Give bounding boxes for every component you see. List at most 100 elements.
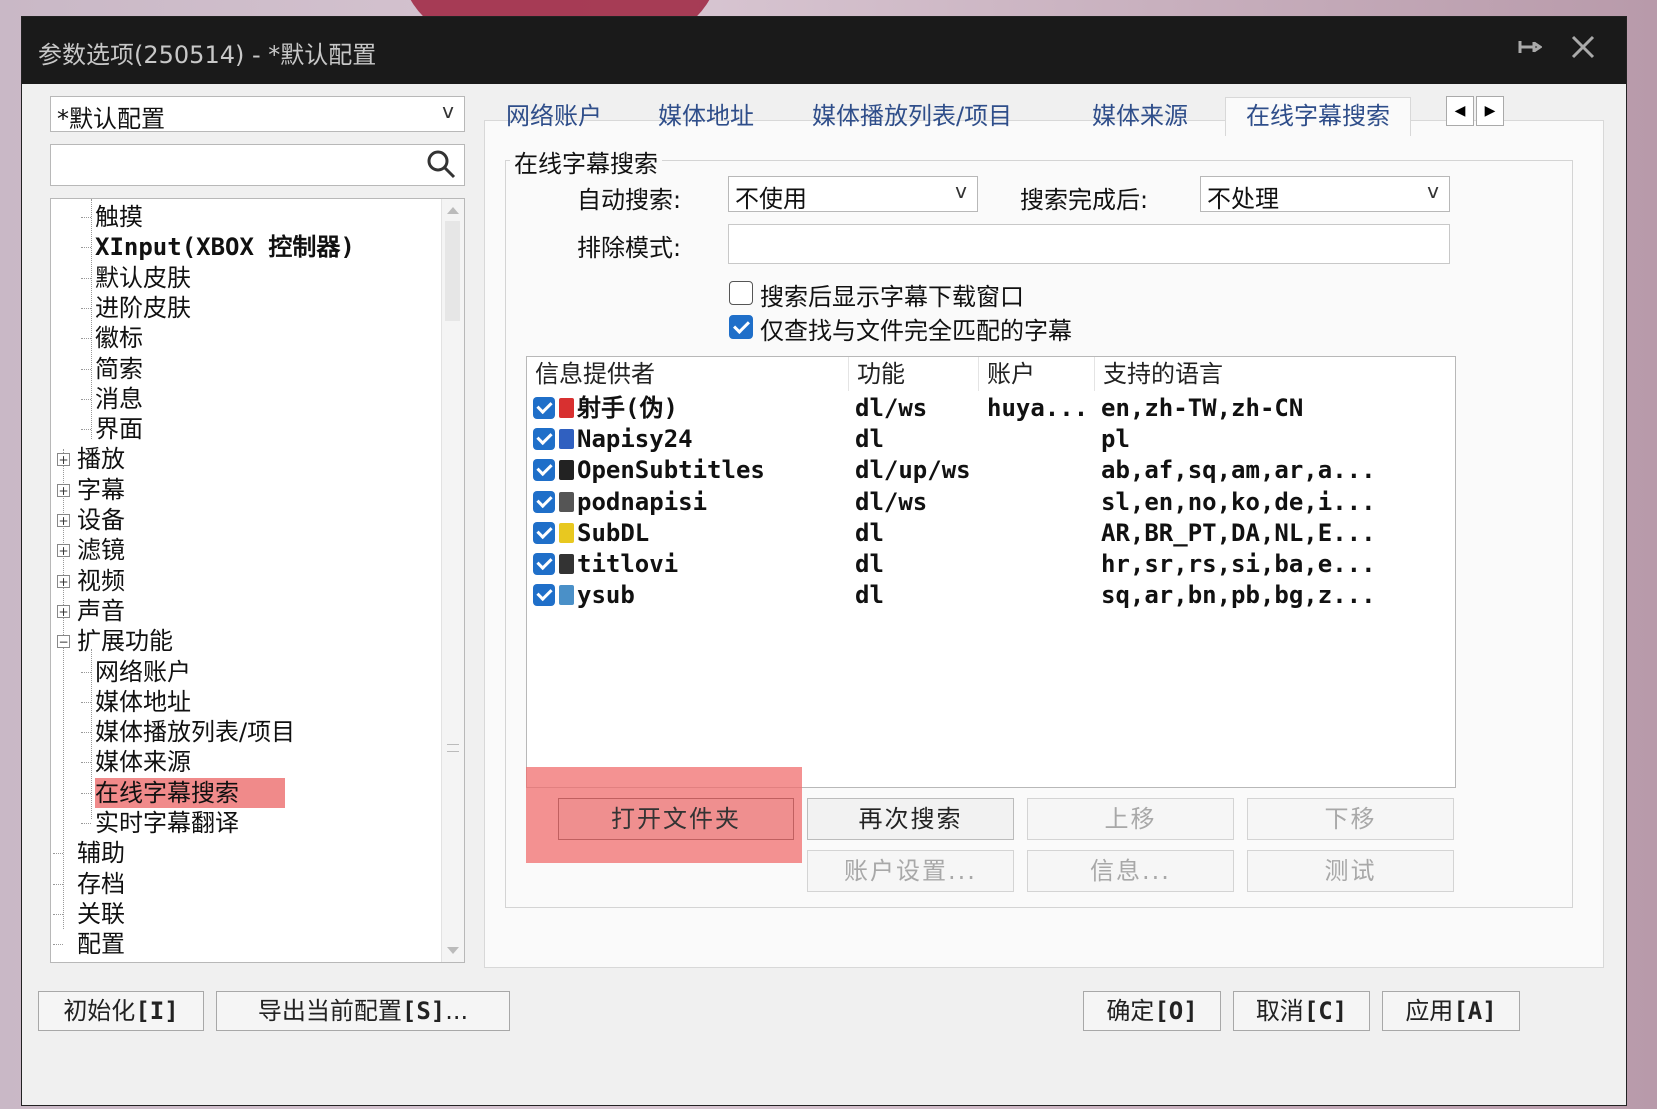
export-config-button[interactable]: 导出当前配置[S]... (216, 991, 510, 1031)
table-row[interactable]: titlovi dl hr,sr,rs,si,ba,e... (527, 549, 1455, 580)
tree-item[interactable]: 配置 (77, 929, 125, 959)
search-again-button[interactable]: 再次搜索 (807, 798, 1014, 840)
tab-scroll-right-icon[interactable]: ▶ (1476, 96, 1504, 126)
exact-match-checkbox[interactable] (729, 315, 753, 339)
provider-enabled-checkbox[interactable] (533, 459, 555, 482)
expand-icon[interactable]: + (57, 544, 70, 557)
search-input[interactable] (50, 144, 465, 186)
tree-item[interactable]: 媒体来源 (95, 747, 191, 777)
show-download-window-checkbox[interactable] (729, 281, 753, 305)
titlovi-icon (559, 554, 574, 574)
provider-enabled-checkbox[interactable] (533, 428, 555, 451)
expand-icon[interactable]: + (57, 575, 70, 588)
tree-item[interactable]: 声音 (77, 596, 125, 626)
tab-4[interactable]: 在线字幕搜索 (1225, 97, 1411, 136)
info-button[interactable]: 信息... (1027, 850, 1234, 892)
profile-select[interactable]: *默认配置 v (50, 96, 465, 133)
scroll-up-icon[interactable] (447, 207, 459, 214)
tree-item[interactable]: 关联 (77, 899, 125, 929)
tab-3[interactable]: 媒体来源 (1092, 98, 1188, 134)
tree-item[interactable]: 播放 (77, 444, 125, 474)
provider-enabled-checkbox[interactable] (533, 553, 555, 575)
provider-function: dl/ws (855, 487, 928, 516)
tree-item[interactable]: 界面 (95, 414, 143, 444)
tree-connector (81, 278, 91, 279)
ysub-icon (559, 585, 574, 606)
scroll-down-icon[interactable] (447, 947, 459, 954)
tree-connector (81, 247, 91, 248)
expand-icon[interactable]: + (57, 514, 70, 527)
tree-item[interactable]: 在线字幕搜索 (95, 778, 285, 808)
column-header-languages[interactable]: 支持的语言 (1095, 357, 1455, 391)
tab-2[interactable]: 媒体播放列表/项目 (812, 98, 1012, 134)
init-button-label: 初始化 (63, 997, 136, 1025)
provider-function: dl/up/ws (855, 456, 971, 485)
expand-icon[interactable]: + (57, 453, 70, 466)
show-download-window-label[interactable]: 搜索后显示字幕下载窗口 (760, 277, 1024, 312)
ok-button[interactable]: 确定[O] (1083, 991, 1221, 1031)
tab-1[interactable]: 媒体地址 (658, 98, 754, 134)
open-folder-button[interactable]: 打开文件夹 (558, 798, 794, 840)
tree-connector (81, 369, 91, 370)
exclude-pattern-input[interactable] (728, 224, 1450, 264)
table-row[interactable]: ysub dl sq,ar,bn,pb,bg,z... (527, 580, 1455, 611)
provider-function: dl (855, 550, 884, 578)
tree-item[interactable]: 滤镜 (77, 535, 125, 565)
close-icon[interactable] (1570, 29, 1600, 63)
column-header-account[interactable]: 账户 (979, 357, 1095, 391)
tree-item[interactable]: 媒体播放列表/项目 (95, 717, 295, 747)
tree-item[interactable]: 默认皮肤 (95, 263, 191, 293)
provider-function: dl (855, 581, 884, 610)
column-header-function[interactable]: 功能 (849, 357, 979, 391)
column-header-provider[interactable]: 信息提供者 (527, 357, 849, 391)
pin-icon[interactable] (1514, 33, 1544, 63)
tree-item[interactable]: 徽标 (95, 323, 143, 353)
tab-scroll-left-icon[interactable]: ◀ (1446, 96, 1474, 126)
table-row[interactable]: Napisy24 dl pl (527, 424, 1455, 455)
chevron-down-icon: v (442, 99, 454, 123)
tree-item[interactable]: 简索 (95, 354, 143, 384)
after-search-select[interactable]: 不处理 v (1200, 176, 1450, 213)
tree-item[interactable]: 字幕 (77, 475, 125, 505)
apply-button[interactable]: 应用[A] (1382, 991, 1520, 1031)
provider-enabled-checkbox[interactable] (533, 521, 555, 544)
move-down-button[interactable]: 下移 (1247, 798, 1454, 840)
tree-item[interactable]: 进阶皮肤 (95, 293, 191, 323)
tree-item[interactable]: 辅助 (77, 838, 125, 868)
settings-tree[interactable]: 触摸 XInput(XBOX 控制器) 默认皮肤 进阶皮肤 徽标 简索 消息 界面 播放 + 字幕 +… (50, 198, 465, 963)
tree-item[interactable]: 消息 (95, 384, 143, 414)
exact-match-label[interactable]: 仅查找与文件完全匹配的字幕 (760, 311, 1072, 346)
providers-list[interactable]: 信息提供者 功能 账户 支持的语言 射手(伪) dl/ws huya... en,zh… (526, 356, 1456, 788)
window-title: 参数选项(250514) - *默认配置 (38, 41, 377, 69)
auto-search-label: 自动搜索: (577, 186, 682, 214)
collapse-icon[interactable]: − (57, 635, 70, 648)
tree-item[interactable]: 媒体地址 (95, 687, 191, 717)
account-settings-button[interactable]: 账户设置... (807, 850, 1014, 892)
table-row[interactable]: OpenSubtitles dl/up/ws ab,af,sq,am,ar,a... (527, 455, 1455, 486)
table-row[interactable]: 射手(伪) dl/ws huya... en,zh-TW,zh-CN (527, 393, 1455, 424)
expand-icon[interactable]: + (57, 484, 70, 497)
move-up-button[interactable]: 上移 (1027, 798, 1234, 840)
cancel-button[interactable]: 取消[C] (1233, 991, 1370, 1031)
tree-item[interactable]: 网络账户 (95, 657, 191, 687)
table-row[interactable]: podnapisi dl/ws sl,en,no,ko,de,i... (527, 487, 1455, 518)
expand-icon[interactable]: + (57, 605, 70, 618)
tree-item[interactable]: 实时字幕翻译 (95, 808, 239, 838)
tree-item[interactable]: 视频 (77, 566, 125, 596)
provider-enabled-checkbox[interactable] (533, 490, 555, 513)
scroll-thumb[interactable] (445, 221, 460, 321)
tree-item[interactable]: 设备 (77, 505, 125, 535)
tree-item[interactable]: 触摸 (95, 202, 143, 232)
auto-search-select[interactable]: 不使用 v (728, 176, 978, 213)
test-button[interactable]: 测试 (1247, 850, 1454, 892)
tree-item[interactable]: 扩展功能 (77, 626, 173, 656)
tab-0[interactable]: 网络账户 (506, 98, 602, 134)
search-icon[interactable] (426, 149, 456, 179)
table-row[interactable]: SubDL dl AR,BR_PT,DA,NL,E... (527, 518, 1455, 549)
tree-scrollbar[interactable] (441, 199, 464, 962)
provider-enabled-checkbox[interactable] (533, 584, 555, 607)
init-button[interactable]: 初始化[I] (38, 991, 204, 1031)
tree-item[interactable]: 存档 (77, 869, 125, 899)
provider-enabled-checkbox[interactable] (533, 397, 555, 419)
tree-item[interactable]: XInput(XBOX 控制器) (95, 232, 355, 262)
